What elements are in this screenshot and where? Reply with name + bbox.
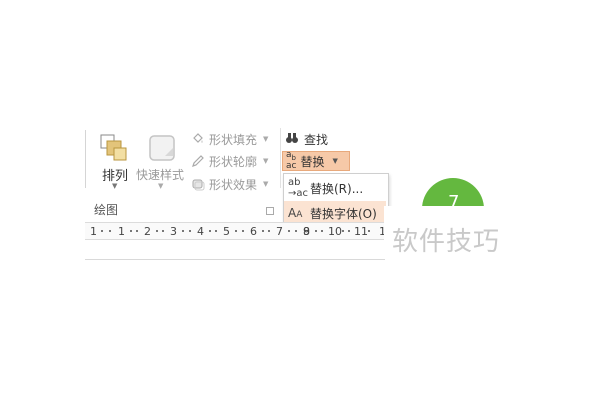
horizontal-ruler: 1 1 2 3 4 5 6 7 8 9 10 11 1: [85, 222, 386, 240]
menu-item-replace-font-label: 替换字体(O): [310, 206, 377, 221]
replace-icon: ab →ac: [288, 177, 309, 199]
replace-label: 替换: [300, 154, 325, 169]
ruler-number: 10: [328, 225, 342, 238]
find-button[interactable]: 查找: [285, 130, 328, 148]
pen-icon: [191, 154, 205, 168]
replace-font-icon: AA: [288, 206, 303, 220]
watermark-text: 软件技巧: [392, 227, 501, 257]
document-edge: [85, 259, 385, 260]
effects-icon: [191, 177, 205, 191]
shape-outline-chevron-down-icon: ▼: [263, 157, 269, 165]
shape-effects-button[interactable]: 形状效果 ▼: [191, 175, 268, 193]
ruler-number: 6: [250, 225, 257, 238]
paint-bucket-icon: [191, 132, 205, 146]
quick-styles-button-label[interactable]: 快速样式: [136, 166, 184, 183]
group-separator: [280, 128, 281, 188]
menu-item-replace-label: 替换(R)...: [310, 181, 364, 196]
ruler-number: 3: [170, 225, 177, 238]
ruler-number: 5: [223, 225, 230, 238]
quick-styles-chevron-down-icon[interactable]: ▼: [158, 182, 163, 190]
ruler-number: 7: [276, 225, 283, 238]
ruler-number: 2: [144, 225, 151, 238]
menu-item-replace[interactable]: ab →ac 替换(R)...: [284, 176, 386, 200]
ruler-number: 4: [197, 225, 204, 238]
find-label: 查找: [304, 132, 329, 147]
binoculars-icon: [285, 132, 299, 147]
ruler-number: 11: [354, 225, 368, 238]
shape-effects-chevron-down-icon: ▼: [263, 180, 269, 188]
replace-icon: ab ac: [286, 149, 297, 172]
shape-fill-button[interactable]: 形状填充 ▼: [191, 130, 268, 148]
ruler-number: 9: [303, 225, 310, 238]
shape-outline-label: 形状轮廓: [209, 154, 258, 169]
shape-fill-label: 形状填充: [209, 132, 258, 147]
shape-fill-chevron-down-icon: ▼: [263, 135, 269, 143]
arrange-chevron-down-icon[interactable]: ▼: [112, 182, 117, 190]
shape-outline-button[interactable]: 形状轮廓 ▼: [191, 152, 268, 170]
ribbon-divider: [85, 130, 86, 188]
ruler-number: 1: [118, 225, 125, 238]
dialog-launcher-icon[interactable]: [266, 207, 274, 215]
shape-effects-label: 形状效果: [209, 177, 258, 192]
replace-button[interactable]: ab ac 替换 ▼: [282, 149, 350, 172]
drawing-group-label: 绘图: [94, 203, 119, 217]
arrange-icon[interactable]: [99, 133, 129, 163]
quick-styles-icon[interactable]: [147, 134, 177, 162]
replace-chevron-down-icon: ▼: [332, 157, 338, 165]
ruler-number: 1: [90, 225, 97, 238]
